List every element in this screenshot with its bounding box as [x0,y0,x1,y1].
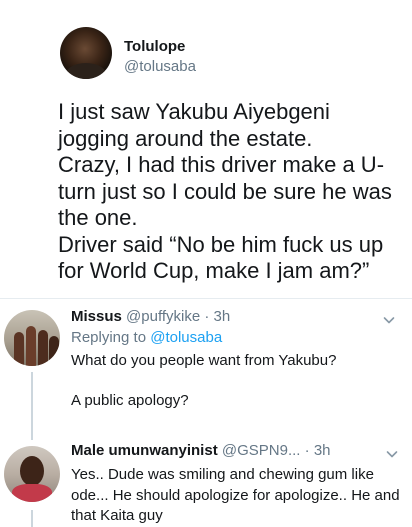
avatar[interactable] [4,446,60,502]
avatar-figure [49,336,59,366]
tweet-text: I just saw Yakubu Aiyebgeni jogging arou… [58,99,392,283]
author-name[interactable]: Tolulope [124,38,185,55]
reply-tweet[interactable]: Male umunwanyinist @GSPN9... · 3h Yes.. … [0,440,412,527]
reply-author-name[interactable]: Missus [71,308,122,325]
avatar[interactable] [60,27,112,79]
thread-line [31,510,33,527]
reply-tweet[interactable]: Missus @puffykike · 3h Replying to @tolu… [0,300,412,440]
thread-line [31,372,33,440]
avatar-shirt [12,484,52,502]
avatar[interactable] [4,310,60,366]
avatar-figure [14,332,24,366]
reply-text: What do you people want from Yakubu? A p… [71,352,337,409]
separator-dot: · [304,442,310,459]
author-handle[interactable]: @tolusaba [124,58,196,75]
reply-author-handle[interactable]: @GSPN9... [222,442,301,459]
reply-header: Male umunwanyinist @GSPN9... · 3h [71,442,331,459]
separator-dot: · [204,308,210,325]
reply-author-name[interactable]: Male umunwanyinist [71,442,218,459]
divider [0,298,412,299]
reply-author-handle[interactable]: @puffykike [126,308,200,325]
reply-header: Missus @puffykike · 3h [71,308,230,325]
chevron-down-icon[interactable] [386,448,398,460]
avatar-face [20,456,44,486]
replying-to: Replying to @tolusaba [71,329,222,346]
replying-to-label: Replying to [71,329,147,346]
main-tweet: Tolulope @tolusaba I just saw Yakubu Aiy… [0,0,412,300]
reply-text: Yes.. Dude was smiling and chewing gum l… [71,466,400,524]
reply-timestamp[interactable]: 3h [314,442,331,459]
replying-to-link[interactable]: @tolusaba [150,329,222,346]
avatar-figure [26,326,36,366]
avatar-shoulders [66,63,106,79]
reply-timestamp[interactable]: 3h [214,308,231,325]
chevron-down-icon[interactable] [383,314,395,326]
avatar-figure [38,330,48,366]
